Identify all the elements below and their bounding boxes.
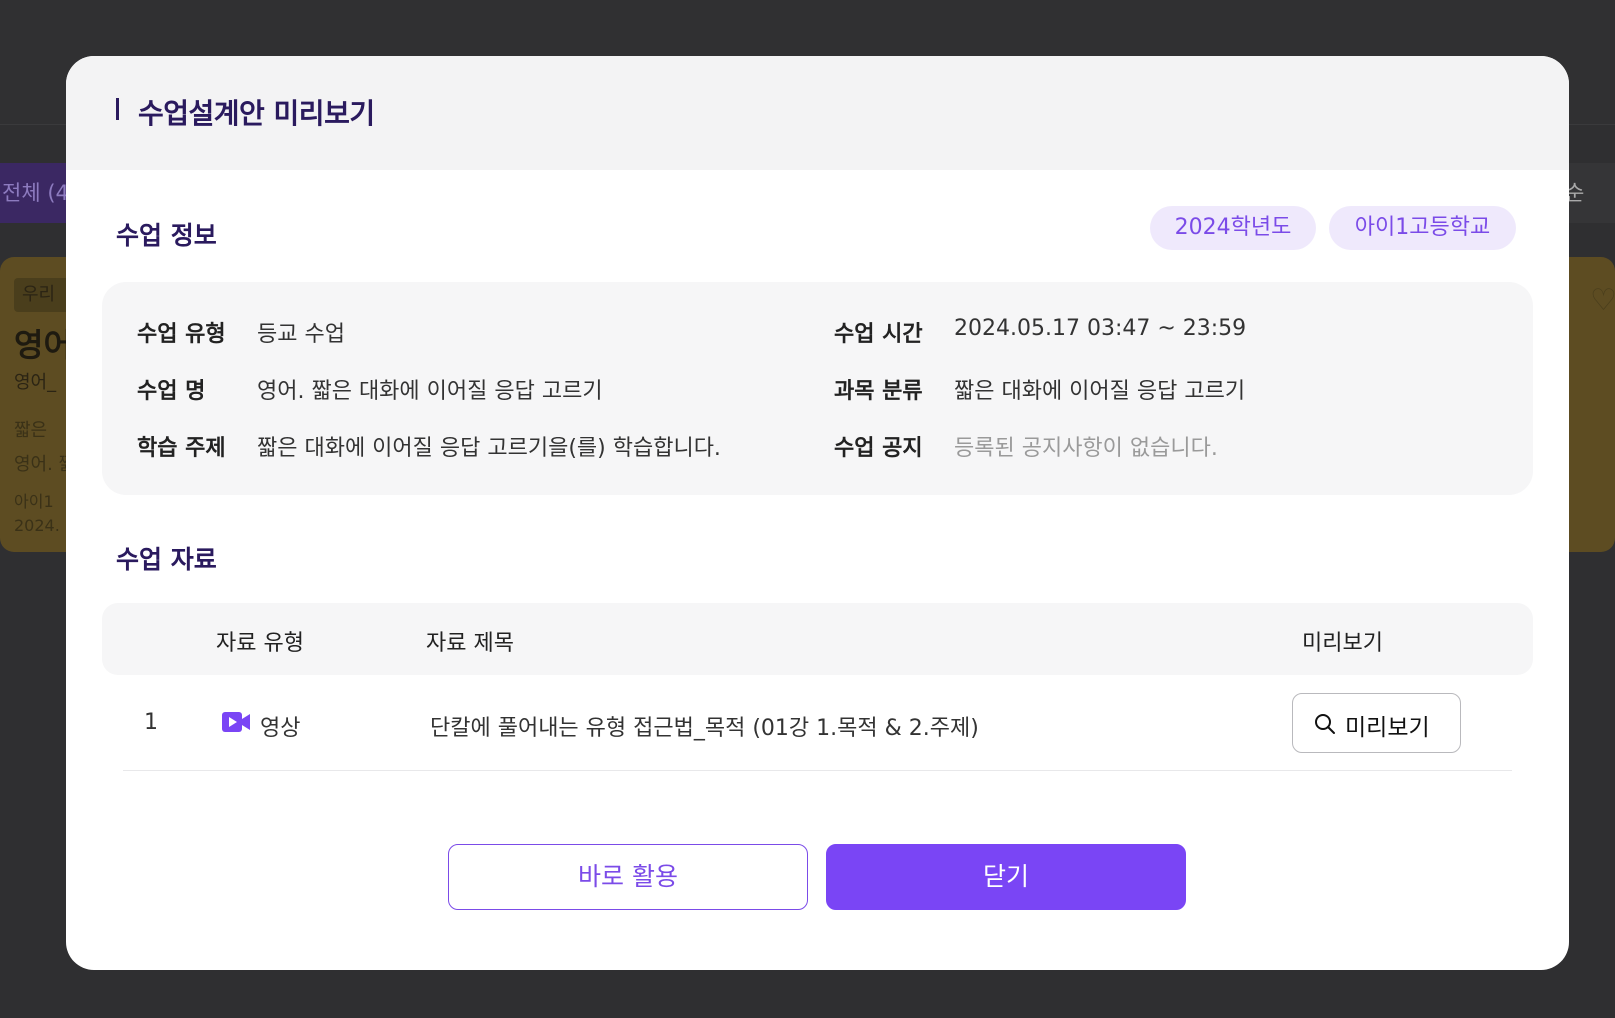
lesson-name-value: 영어. 짧은 대화에 이어질 응답 고르기	[257, 379, 603, 404]
background-card-line: 2024.	[14, 516, 60, 535]
learning-topic-value: 짧은 대화에 이어질 응답 고르기을(를) 학습합니다.	[257, 436, 721, 461]
preview-button[interactable]: 미리보기	[1292, 693, 1461, 753]
background-card-title: 영어	[14, 326, 73, 364]
lesson-name-label: 수업 명	[137, 379, 206, 404]
lesson-notice-label: 수업 공지	[834, 436, 923, 461]
title-accent-bar	[116, 98, 119, 120]
background-card-subtitle: 영어_	[14, 372, 57, 393]
modal-title: 수업설계안 미리보기	[138, 97, 375, 130]
lesson-type-label: 수업 유형	[137, 322, 226, 347]
background-card-badge: 우리 학	[14, 278, 74, 312]
subject-category-value: 짧은 대화에 이어질 응답 고르기	[954, 379, 1246, 404]
background-card-line: 짧은	[14, 420, 48, 441]
heart-icon: ♡	[1590, 283, 1615, 318]
subject-category-label: 과목 분류	[834, 379, 923, 404]
info-box: 수업 유형 등교 수업 수업 명 영어. 짧은 대화에 이어질 응답 고르기 학…	[102, 282, 1533, 495]
row-divider	[123, 770, 1512, 771]
materials-section-title: 수업 자료	[116, 545, 217, 574]
background-card-line: 아이1	[14, 492, 54, 511]
lesson-time-label: 수업 시간	[834, 322, 923, 347]
info-section-title: 수업 정보	[116, 221, 217, 250]
row-type: 영상	[260, 716, 301, 741]
school-year-tag: 2024학년도	[1150, 206, 1316, 250]
modal-header: 수업설계안 미리보기	[66, 56, 1569, 170]
video-icon	[222, 712, 250, 732]
row-title: 단칼에 풀어내는 유형 접근법_목적 (01강 1.목적 & 2.주제)	[430, 716, 979, 741]
column-header-title: 자료 제목	[426, 631, 514, 656]
row-index: 1	[144, 710, 158, 735]
lesson-type-value: 등교 수업	[257, 322, 345, 347]
lesson-notice-value: 등록된 공지사항이 없습니다.	[954, 436, 1218, 461]
learning-topic-label: 학습 주제	[137, 436, 226, 461]
lesson-plan-preview-modal: 수업설계안 미리보기 수업 정보 2024학년도 아이1고등학교 수업 유형 등…	[66, 56, 1569, 970]
search-icon	[1315, 714, 1335, 734]
use-now-button[interactable]: 바로 활용	[448, 844, 808, 910]
column-header-preview: 미리보기	[1302, 631, 1383, 656]
materials-table-header: 자료 유형 자료 제목 미리보기	[102, 603, 1533, 675]
lesson-time-value: 2024.05.17 03:47 ~ 23:59	[954, 316, 1247, 341]
preview-button-label: 미리보기	[1345, 715, 1430, 741]
school-name-tag: 아이1고등학교	[1329, 206, 1516, 250]
close-button[interactable]: 닫기	[826, 844, 1186, 910]
column-header-type: 자료 유형	[216, 631, 304, 656]
